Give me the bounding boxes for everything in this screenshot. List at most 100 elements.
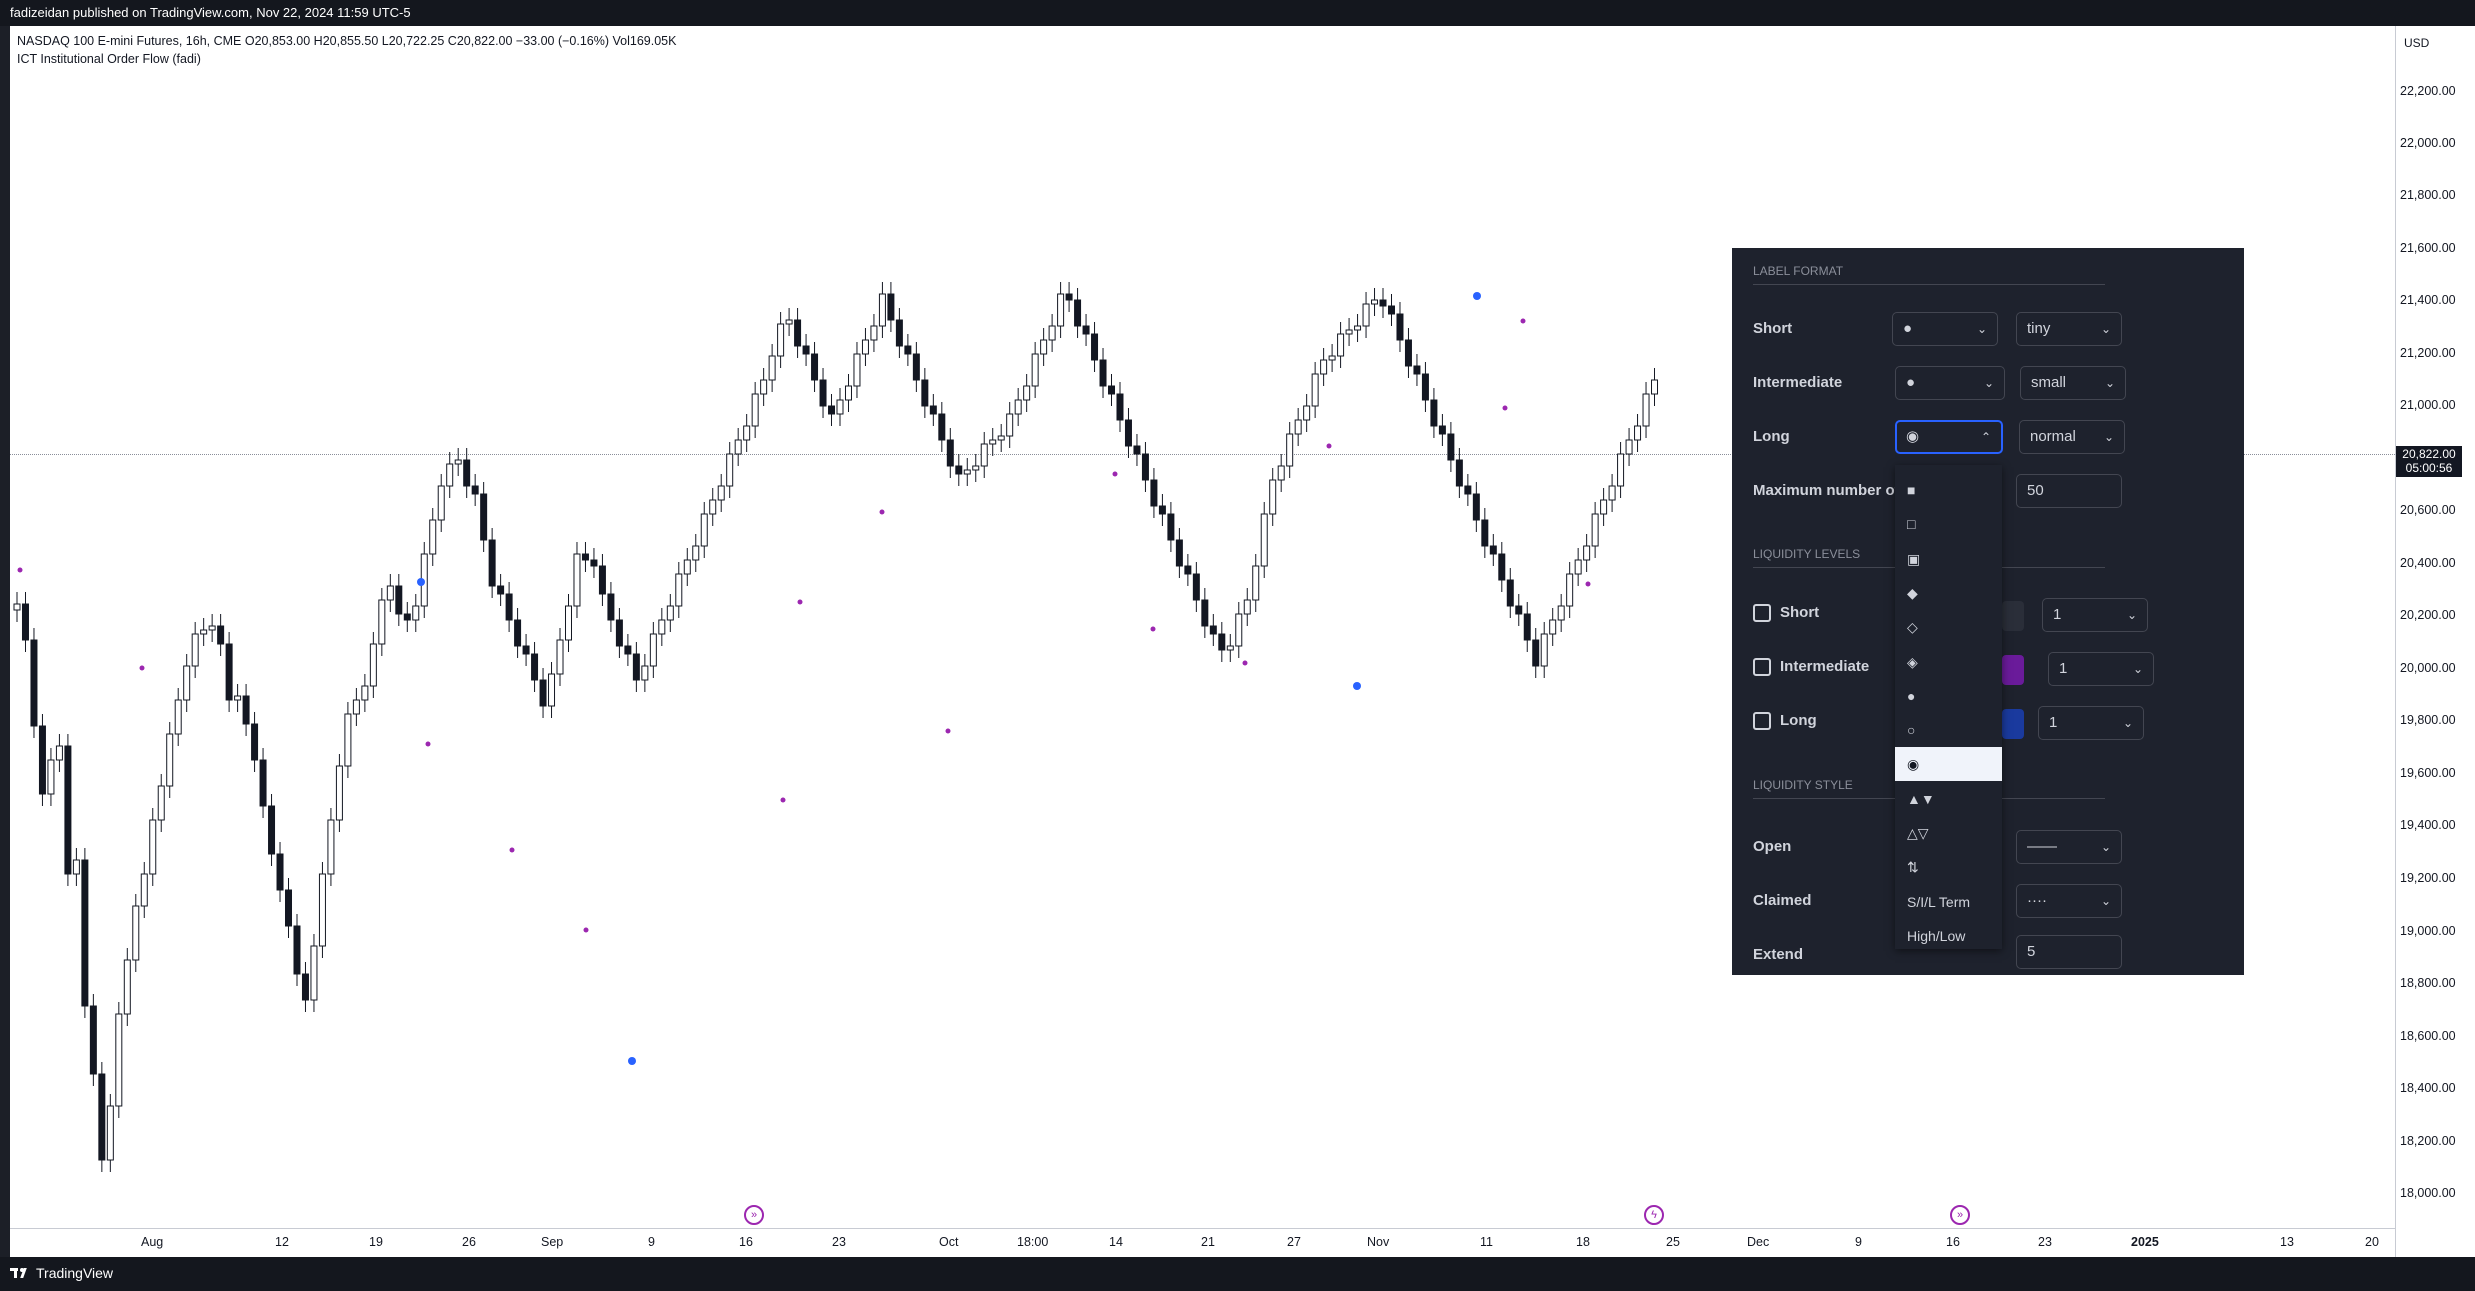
- currency-label[interactable]: USD: [2404, 36, 2429, 50]
- extend-label: Extend: [1753, 946, 1804, 963]
- candle-body: [72, 859, 80, 875]
- long-size-select[interactable]: normal ⌄: [2019, 420, 2125, 454]
- short-size-select[interactable]: tiny ⌄: [2016, 312, 2122, 346]
- candle-body: [217, 625, 225, 645]
- candle-body: [929, 405, 937, 415]
- shape-option[interactable]: △▽: [1895, 816, 2002, 850]
- short-shape-select[interactable]: ● ⌄: [1892, 312, 1998, 346]
- time-tick-label: 23: [832, 1235, 846, 1249]
- chevron-down-icon: ⌄: [2100, 840, 2111, 854]
- shape-option[interactable]: □: [1895, 507, 2002, 541]
- short-swing-marker: [1150, 626, 1156, 632]
- candle-body: [573, 553, 581, 607]
- short-liquidity-label: Short: [1780, 604, 1820, 621]
- price-tick-label: 18,600.00: [2400, 1029, 2456, 1043]
- candle-body: [1294, 419, 1302, 435]
- shape-option[interactable]: ◈: [1895, 645, 2002, 679]
- intermediate-shape-value: ●: [1906, 374, 1916, 391]
- section-divider: [1753, 284, 2105, 285]
- candle-body: [1540, 633, 1548, 667]
- current-price-value: 20,822.00: [2402, 447, 2456, 461]
- candle-body: [98, 1073, 106, 1161]
- intermediate-liquidity-checkbox[interactable]: [1753, 658, 1771, 676]
- candle-body: [1634, 425, 1642, 441]
- long-liquidity-width-select[interactable]: 1 ⌄: [2038, 706, 2144, 740]
- open-style-select[interactable]: —— ⌄: [2016, 830, 2122, 864]
- shape-option[interactable]: ◉: [1895, 747, 2002, 782]
- candle-body: [938, 413, 946, 441]
- chevron-down-icon: ⌄: [2104, 376, 2115, 390]
- long-liquidity-color[interactable]: [2002, 709, 2024, 739]
- shape-dropdown-menu: ■ □ ▣ ◆ ◇ ◈ ● ○ ◉ ▲▼ △▽ ⇅ S/I/L Term High/Low: [1895, 465, 2002, 949]
- max-labels-input[interactable]: 50: [2016, 474, 2122, 508]
- shape-option[interactable]: ⇅: [1895, 850, 2002, 884]
- short-liquidity-width-select[interactable]: 1 ⌄: [2042, 598, 2148, 632]
- short-swing-marker: [879, 509, 885, 515]
- chevron-up-icon: ⌃: [1980, 430, 1991, 444]
- candle-body: [1617, 453, 1625, 487]
- indicator-name[interactable]: ICT Institutional Order Flow (fadi): [17, 50, 676, 68]
- time-tick-label: 18: [1576, 1235, 1590, 1249]
- tradingview-logo[interactable]: TradingView: [10, 1265, 113, 1281]
- label-format-title: LABEL FORMAT: [1753, 264, 1844, 278]
- candle-body: [1532, 639, 1540, 667]
- candle-body: [89, 1005, 97, 1075]
- candle-body: [1387, 305, 1395, 315]
- intermediate-size-select[interactable]: small ⌄: [2020, 366, 2126, 400]
- dividend-event-icon[interactable]: ϟ: [1644, 1205, 1664, 1225]
- candle-body: [1481, 519, 1489, 547]
- time-tick-label: 11: [1480, 1235, 1493, 1249]
- intermediate-shape-select[interactable]: ● ⌄: [1895, 366, 2005, 400]
- candle-body: [997, 435, 1005, 441]
- candle-body: [1600, 499, 1608, 515]
- candle-body: [972, 465, 980, 471]
- short-liquidity-color[interactable]: [2002, 601, 2024, 631]
- economic-event-icon[interactable]: »: [1950, 1205, 1970, 1225]
- candle-body: [301, 973, 309, 1001]
- shape-option[interactable]: ■: [1895, 473, 2002, 507]
- chevron-down-icon: ⌄: [2126, 608, 2137, 622]
- candle-body: [132, 905, 140, 961]
- long-swing-marker: [628, 1057, 636, 1065]
- candle-body: [1549, 619, 1557, 635]
- candle-body: [1150, 479, 1158, 507]
- price-axis[interactable]: [2395, 26, 2475, 1257]
- shape-option[interactable]: ▣: [1895, 542, 2002, 576]
- candle-body: [1447, 433, 1455, 461]
- candle-body: [632, 653, 640, 681]
- long-swing-marker: [1473, 292, 1481, 300]
- claimed-style-select[interactable]: ···· ⌄: [2016, 884, 2122, 918]
- long-shape-select[interactable]: ◉ ⌃: [1895, 420, 2003, 454]
- candle-body: [242, 695, 250, 725]
- candle-body: [1328, 355, 1336, 361]
- candle-body: [539, 679, 547, 707]
- price-tick-label: 22,200.00: [2400, 84, 2456, 98]
- price-tick-label: 21,600.00: [2400, 241, 2456, 255]
- shape-option[interactable]: ▲▼: [1895, 782, 2002, 816]
- candle-body: [649, 633, 657, 667]
- shape-option[interactable]: High/Low: [1895, 919, 2002, 953]
- short-size-value: tiny: [2027, 320, 2051, 337]
- short-liquidity-checkbox[interactable]: [1753, 604, 1771, 622]
- candle-body: [1099, 359, 1107, 387]
- candle-body: [751, 393, 759, 427]
- shape-option[interactable]: ◇: [1895, 610, 2002, 644]
- intermediate-liquidity-width-select[interactable]: 1 ⌄: [2048, 652, 2154, 686]
- shape-option[interactable]: ◆: [1895, 576, 2002, 610]
- footer-bar: TradingView: [0, 1257, 2475, 1291]
- chevron-down-icon: ⌄: [2122, 716, 2133, 730]
- candle-body: [522, 645, 530, 655]
- candle-body: [1515, 605, 1523, 615]
- shape-option[interactable]: ○: [1895, 713, 2002, 747]
- economic-event-icon[interactable]: »: [744, 1205, 764, 1225]
- candle-body: [1091, 333, 1099, 361]
- candle-body: [1464, 485, 1472, 495]
- chevron-down-icon: ⌄: [2100, 894, 2111, 908]
- long-liquidity-checkbox[interactable]: [1753, 712, 1771, 730]
- intermediate-liquidity-color[interactable]: [2002, 655, 2024, 685]
- candle-body: [208, 625, 216, 631]
- shape-option[interactable]: ●: [1895, 679, 2002, 713]
- shape-option[interactable]: S/I/L Term: [1895, 885, 2002, 919]
- extend-input[interactable]: 5: [2016, 935, 2122, 969]
- candle-body: [1082, 325, 1090, 335]
